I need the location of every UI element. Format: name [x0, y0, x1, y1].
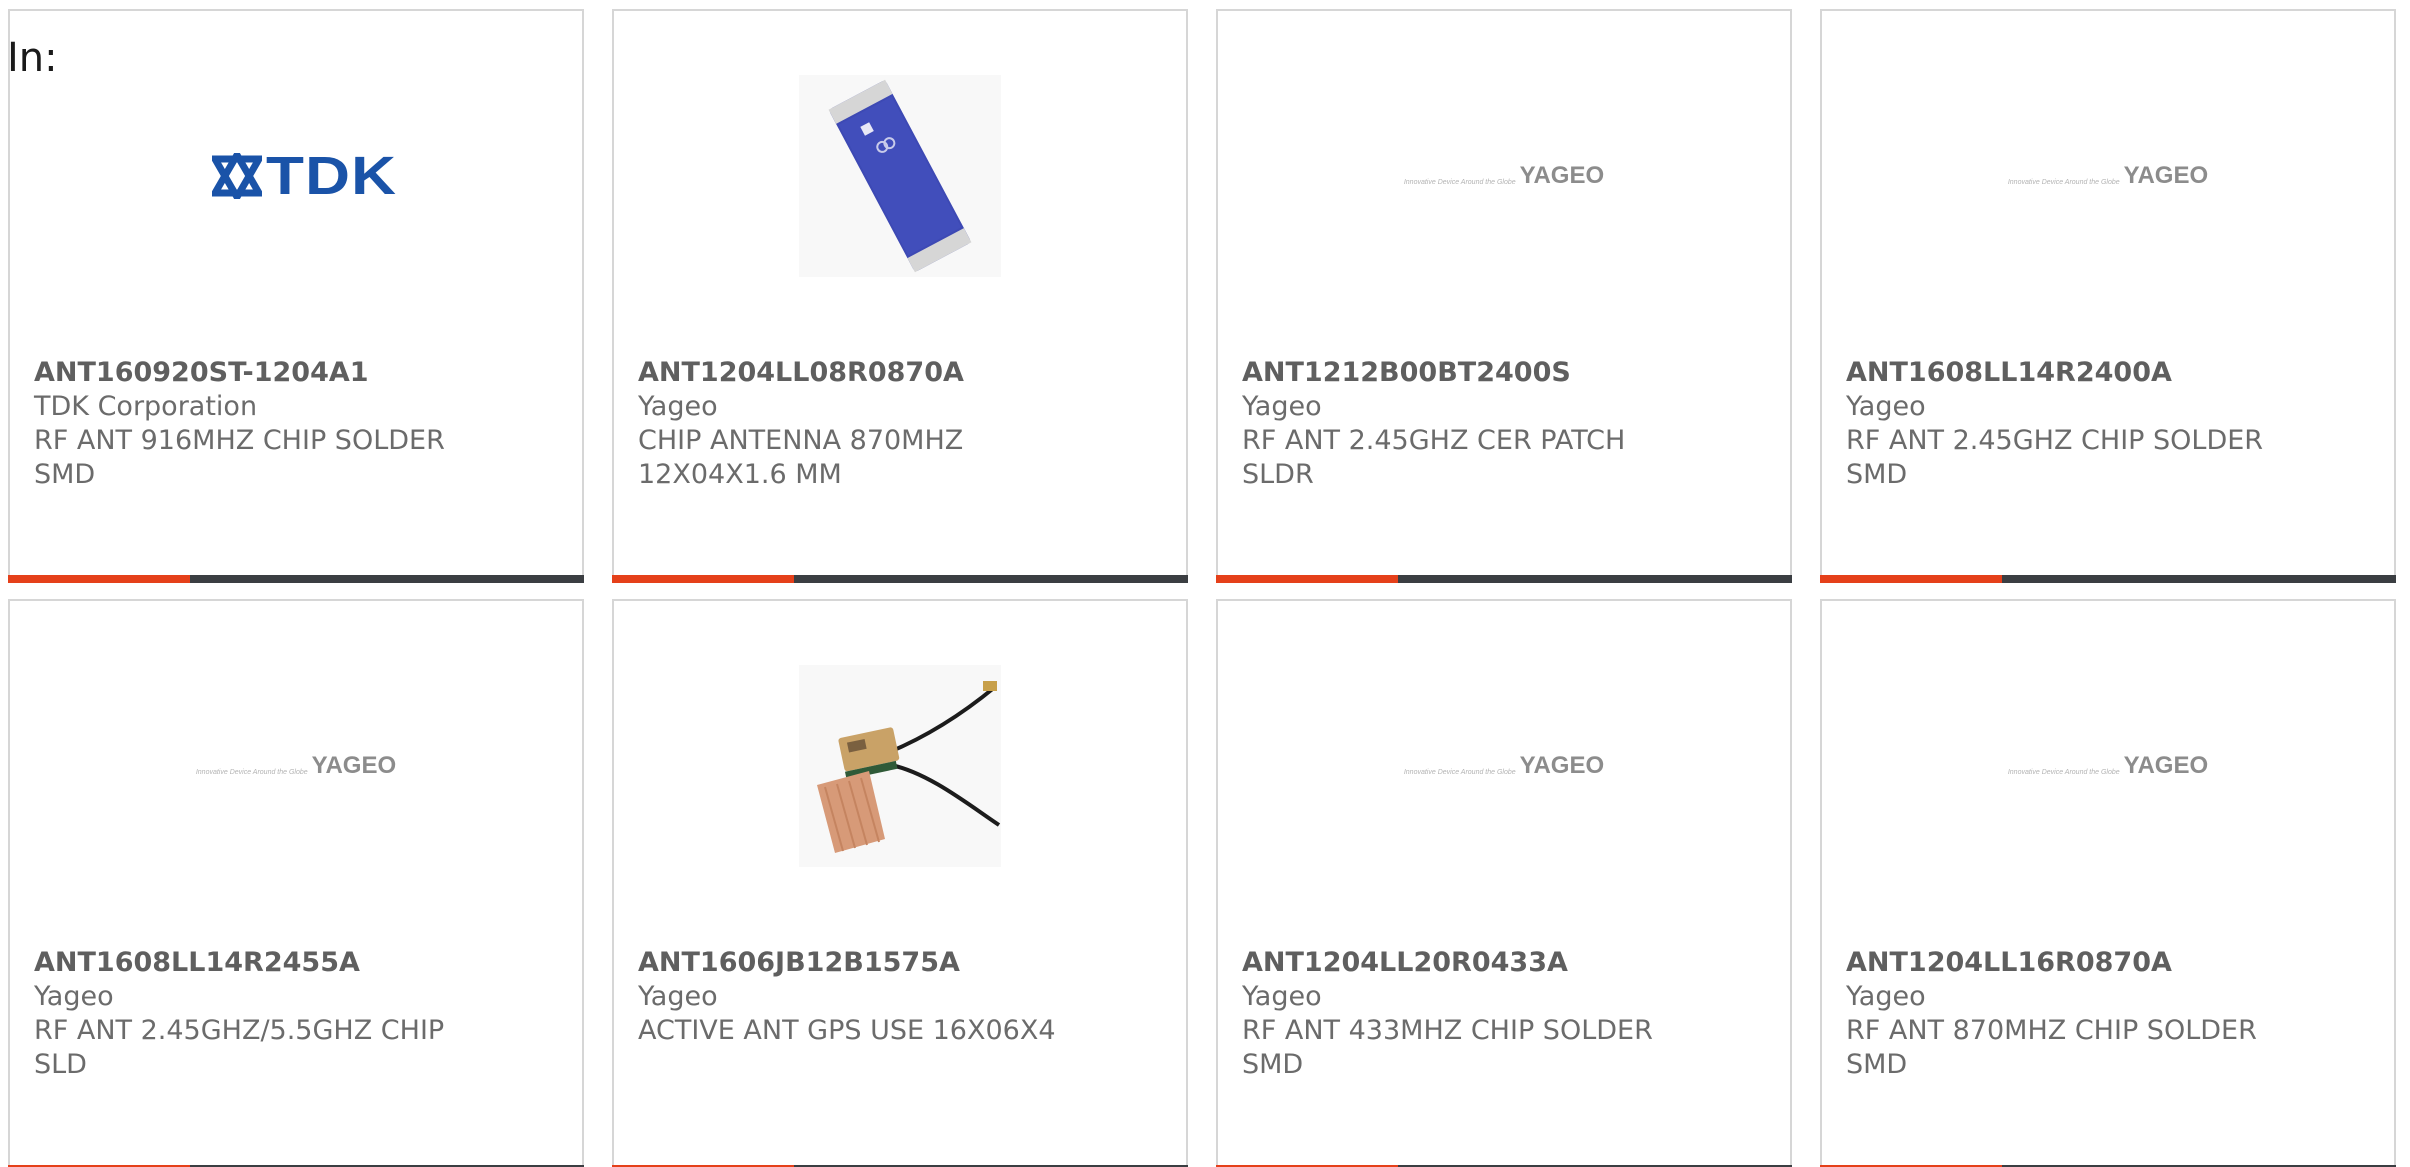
product-card[interactable]: Innovative Device Around the Globe YAGEO… [8, 599, 584, 1167]
description-line: RF ANT 870MHZ CHIP SOLDER [1846, 1015, 2257, 1046]
part-number[interactable]: ANT1204LL20R0433A [1242, 946, 1712, 980]
description-line: RF ANT 2.45GHZ/5.5GHZ CHIP [34, 1015, 445, 1046]
product-thumbnail[interactable]: Innovative Device Around the Globe YAGEO [10, 601, 582, 931]
part-number[interactable]: ANT1606JB12B1575A [638, 946, 1108, 980]
description-line: RF ANT 2.45GHZ CER PATCH [1242, 425, 1626, 456]
gps-antenna-photo [799, 665, 1001, 867]
card-accent-bar [1820, 575, 2002, 583]
description-line: SLDR [1242, 459, 1314, 490]
card-accent-bar [1216, 575, 1398, 583]
description-line: ACTIVE ANT GPS USE 16X06X4 [638, 1015, 1056, 1046]
product-card[interactable]: ANT1204LL08R0870A Yageo CHIP ANTENNA 870… [612, 9, 1188, 583]
description-line: RF ANT 2.45GHZ CHIP SOLDER [1846, 425, 2264, 456]
description-line: SMD [1242, 1049, 1304, 1080]
description-line: CHIP ANTENNA 870MHZ [638, 425, 964, 456]
manufacturer-name: Yageo [1846, 391, 1926, 422]
part-number[interactable]: ANT1608LL14R2455A [34, 946, 504, 980]
tdk-emblem-icon [212, 153, 262, 199]
manufacturer-name: Yageo [1846, 981, 1926, 1012]
yageo-logo: Innovative Device Around the Globe YAGEO [195, 752, 397, 779]
description-line: SMD [1846, 1049, 1908, 1080]
manufacturer-name: Yageo [1242, 391, 1322, 422]
card-footer-bar [8, 575, 584, 583]
manufacturer-name: Yageo [34, 981, 114, 1012]
yageo-logo: Innovative Device Around the Globe YAGEO [2007, 162, 2209, 189]
search-prefix-label: In: [7, 35, 58, 81]
tdk-logo: TDK [212, 145, 396, 207]
description-line: RF ANT 916MHZ CHIP SOLDER [34, 425, 445, 456]
card-accent-bar [612, 575, 794, 583]
part-number[interactable]: ANT160920ST-1204A1 [34, 356, 504, 390]
chip-antenna-photo [799, 75, 1001, 277]
part-number[interactable]: ANT1204LL08R0870A [638, 356, 1108, 390]
product-card[interactable]: Innovative Device Around the Globe YAGEO… [1820, 9, 2396, 583]
description-line: SMD [1846, 459, 1908, 490]
part-number[interactable]: ANT1204LL16R0870A [1846, 946, 2316, 980]
card-accent-bar [8, 575, 190, 583]
product-thumbnail[interactable]: Innovative Device Around the Globe YAGEO [1822, 11, 2394, 341]
manufacturer-name: Yageo [1242, 981, 1322, 1012]
product-card[interactable]: ANT1606JB12B1575A Yageo ACTIVE ANT GPS U… [612, 599, 1188, 1167]
part-number[interactable]: ANT1212B00BT2400S [1242, 356, 1712, 390]
product-thumbnail[interactable]: TDK [10, 11, 582, 341]
product-grid-page: In: TDK ANT160920ST-1204A1 TDK Corporati… [0, 0, 2410, 1167]
product-thumbnail[interactable]: Innovative Device Around the Globe YAGEO [1822, 601, 2394, 931]
product-thumbnail[interactable] [614, 601, 1186, 931]
description-line: SLD [34, 1049, 87, 1080]
yageo-logo: Innovative Device Around the Globe YAGEO [2007, 752, 2209, 779]
product-card[interactable]: Innovative Device Around the Globe YAGEO… [1216, 9, 1792, 583]
product-card[interactable]: TDK ANT160920ST-1204A1 TDK Corporation R… [8, 9, 584, 583]
product-card[interactable]: Innovative Device Around the Globe YAGEO… [1820, 599, 2396, 1167]
manufacturer-name: Yageo [638, 391, 718, 422]
product-thumbnail[interactable]: Innovative Device Around the Globe YAGEO [1218, 601, 1790, 931]
description-line: SMD [34, 459, 96, 490]
yageo-logo: Innovative Device Around the Globe YAGEO [1403, 162, 1605, 189]
product-card[interactable]: Innovative Device Around the Globe YAGEO… [1216, 599, 1792, 1167]
part-number[interactable]: ANT1608LL14R2400A [1846, 356, 2316, 390]
manufacturer-name: Yageo [638, 981, 718, 1012]
card-footer-bar [612, 575, 1188, 583]
yageo-logo: Innovative Device Around the Globe YAGEO [1403, 752, 1605, 779]
card-footer-bar [1216, 575, 1792, 583]
manufacturer-name: TDK Corporation [34, 391, 258, 422]
description-line: RF ANT 433MHZ CHIP SOLDER [1242, 1015, 1653, 1046]
card-footer-bar [1820, 575, 2396, 583]
product-thumbnail[interactable]: Innovative Device Around the Globe YAGEO [1218, 11, 1790, 341]
product-thumbnail[interactable] [614, 11, 1186, 341]
description-line: 12X04X1.6 MM [638, 459, 842, 490]
